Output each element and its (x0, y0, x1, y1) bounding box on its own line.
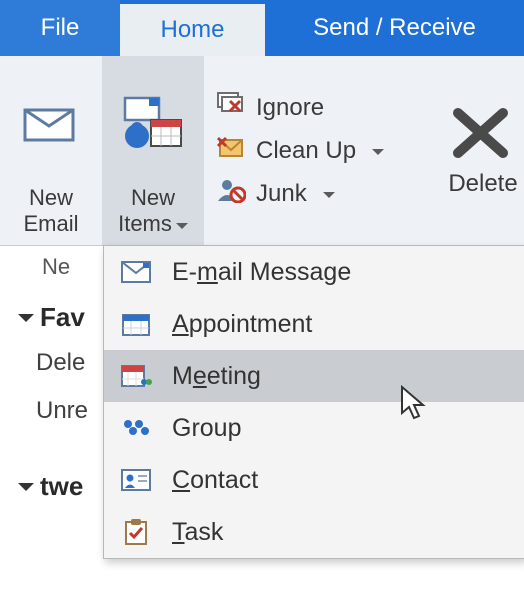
junk-icon (216, 177, 246, 210)
nav-group-account-label: twe (40, 471, 83, 502)
meeting-icon (118, 360, 154, 392)
menu-item-contact[interactable]: Contact (104, 454, 524, 506)
junk-label: Junk (256, 180, 307, 208)
collapse-icon (18, 314, 34, 330)
new-email-button[interactable]: New Email (0, 56, 102, 245)
tab-file-label: File (41, 14, 80, 42)
ignore-label: Ignore (256, 94, 324, 122)
calendar-icon (118, 308, 154, 340)
tab-home[interactable]: Home (120, 0, 265, 56)
tab-send-receive-label: Send / Receive (313, 14, 476, 42)
chevron-down-icon (323, 192, 335, 204)
message-actions-group: Ignore Clean Up (204, 56, 400, 245)
cleanup-button[interactable]: Clean Up (216, 134, 384, 167)
cleanup-icon (216, 134, 246, 167)
menu-item-meeting-label: Meeting (172, 362, 261, 391)
envelope-icon (118, 256, 154, 288)
menu-item-meeting[interactable]: Meeting (104, 350, 524, 402)
ignore-button[interactable]: Ignore (216, 91, 384, 124)
menu-item-task[interactable]: Task (104, 506, 524, 558)
tab-home-label: Home (160, 16, 224, 44)
new-email-label: New Email (23, 179, 78, 237)
new-items-menu: E-mail Message Appointment Meeting Group… (103, 245, 524, 559)
menu-item-group-label: Group (172, 414, 241, 443)
nav-item-deleted-label: Dele (36, 349, 85, 376)
junk-button[interactable]: Junk (216, 177, 384, 210)
envelope-icon (23, 68, 79, 179)
menu-item-group[interactable]: Group (104, 402, 524, 454)
menu-item-task-label: Task (172, 518, 223, 547)
tab-send-receive[interactable]: Send / Receive (265, 0, 524, 56)
menu-item-contact-label: Contact (172, 466, 258, 495)
new-items-button[interactable]: New Items (102, 56, 204, 245)
menu-item-appointment-label: Appointment (172, 310, 312, 339)
delete-icon (448, 103, 518, 170)
menu-item-email-label: E-mail Message (172, 258, 351, 287)
nav-group-favorites-label: Fav (40, 302, 85, 333)
group-icon (118, 412, 154, 444)
tab-strip: File Home Send / Receive (0, 0, 524, 56)
new-items-label: New Items (118, 179, 188, 237)
nav-item-unread-label: Unre (36, 397, 88, 424)
contact-icon (118, 464, 154, 496)
task-icon (118, 516, 154, 548)
ignore-icon (216, 91, 246, 124)
chevron-down-icon (372, 149, 384, 161)
menu-item-email[interactable]: E-mail Message (104, 246, 524, 298)
chevron-down-icon (176, 223, 188, 235)
tab-file[interactable]: File (0, 0, 120, 56)
menu-item-appointment[interactable]: Appointment (104, 298, 524, 350)
collapse-icon (18, 483, 34, 499)
delete-button[interactable]: Delete (442, 56, 524, 245)
cleanup-label: Clean Up (256, 137, 356, 165)
new-items-icon (119, 68, 187, 179)
ribbon: New Email New Items (0, 56, 524, 246)
delete-label: Delete (448, 170, 517, 198)
